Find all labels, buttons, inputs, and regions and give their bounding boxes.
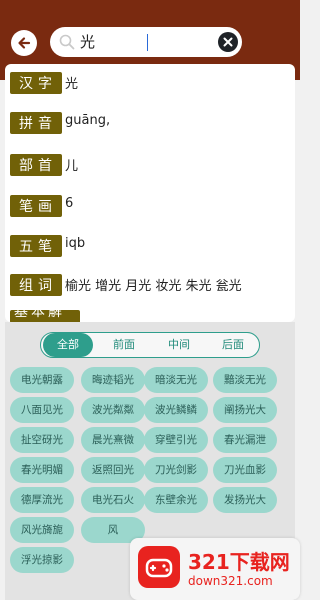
idiom-chip[interactable]: 返照回光 [81, 457, 145, 483]
idiom-chip[interactable]: 晦迹韬光 [81, 367, 145, 393]
tab-front[interactable]: 前面 [99, 333, 149, 357]
idiom-chip[interactable]: 发扬光大 [213, 487, 277, 513]
idiom-chip[interactable]: 东壁余光 [144, 487, 208, 513]
label-radical: 部首 [10, 154, 62, 176]
label-definition: 基本解释 [10, 304, 80, 322]
idiom-chip[interactable]: 穿壁引光 [144, 427, 208, 453]
idiom-chip[interactable]: 春光明媚 [10, 457, 74, 483]
value-words: 榆光 增光 月光 妆光 朱光 瓮光 [65, 279, 242, 294]
watermark-ad: 321下载网 down321.com [130, 538, 300, 600]
search-box[interactable]: 光 [50, 27, 242, 57]
value-wubi: iqb [65, 236, 86, 251]
ad-logo-icon [138, 546, 180, 588]
idiom-chip[interactable]: 电光朝露 [10, 367, 74, 393]
idiom-chip[interactable]: 扯空砑光 [10, 427, 74, 453]
idiom-chip[interactable]: 暗淡无光 [144, 367, 208, 393]
back-arrow-icon [18, 37, 31, 49]
idiom-chip[interactable]: 风光旖旎 [10, 517, 74, 543]
idiom-chip[interactable]: 浮光掠影 [10, 547, 74, 573]
back-button[interactable] [11, 30, 37, 56]
ad-title: 321下载网 [188, 550, 290, 574]
search-input[interactable]: 光 [80, 31, 210, 53]
idiom-chip[interactable]: 德厚流光 [10, 487, 74, 513]
idiom-chip[interactable]: 电光石火 [81, 487, 145, 513]
idiom-chip[interactable]: 波光粼粼 [81, 397, 145, 423]
text-cursor [147, 34, 148, 51]
label-words: 组词 [10, 274, 62, 296]
search-icon [59, 34, 75, 50]
value-pinyin: guāng, [65, 113, 111, 128]
idiom-chip[interactable]: 刀光血影 [213, 457, 277, 483]
tab-middle[interactable]: 中间 [154, 333, 204, 357]
idiom-chip[interactable]: 八面见光 [10, 397, 74, 423]
idiom-chip[interactable]: 黯淡无光 [213, 367, 277, 393]
value-hanzi: 光 [65, 77, 79, 92]
value-radical: 儿 [65, 159, 79, 174]
ad-url: down321.com [188, 574, 273, 588]
idiom-chip[interactable]: 阐扬光大 [213, 397, 277, 423]
tab-all[interactable]: 全部 [43, 333, 93, 357]
tab-end[interactable]: 后面 [208, 333, 258, 357]
idiom-chip[interactable]: 春光漏泄 [213, 427, 277, 453]
character-detail-card: 汉字 光 拼音 guāng, 部首 儿 笔画 6 五笔 iqb 组词 榆光 增光… [5, 64, 295, 322]
idiom-chip[interactable]: 刀光剑影 [144, 457, 208, 483]
label-wubi: 五笔 [10, 235, 62, 257]
close-icon [223, 37, 233, 47]
label-strokes: 笔画 [10, 195, 62, 217]
value-strokes: 6 [65, 196, 74, 211]
clear-button[interactable] [218, 32, 238, 52]
idiom-chip[interactable]: 晨光熹微 [81, 427, 145, 453]
position-filter: 全部 前面 中间 后面 [40, 332, 260, 358]
label-pinyin: 拼音 [10, 112, 62, 134]
idiom-chip[interactable]: 波光鳞鳞 [144, 397, 208, 423]
label-hanzi: 汉字 [10, 72, 62, 94]
